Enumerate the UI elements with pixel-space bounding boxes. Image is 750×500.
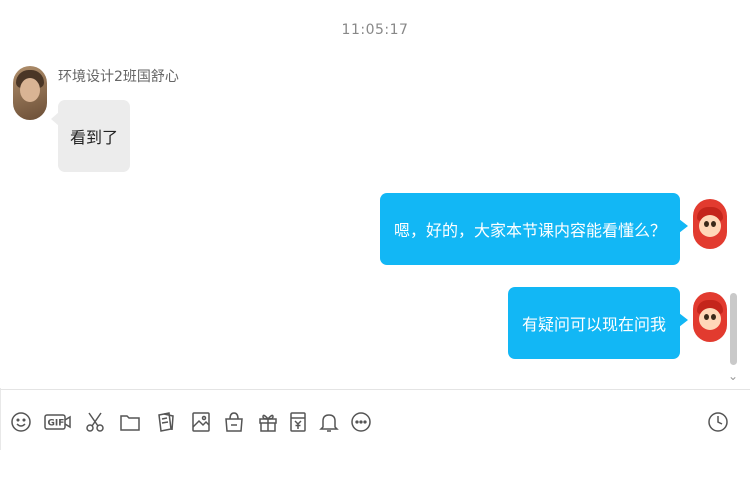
doc-icon[interactable] <box>154 410 178 434</box>
history-icon[interactable] <box>706 410 730 434</box>
scroll-down-icon[interactable]: ⌄ <box>727 370 739 382</box>
sender-name: 环境设计2班国舒心 <box>58 69 179 85</box>
gif-icon[interactable]: GIF <box>44 410 72 434</box>
red-packet-icon[interactable] <box>286 410 310 434</box>
incoming-message[interactable]: 看到了 <box>50 100 131 172</box>
image-icon[interactable] <box>189 410 213 434</box>
input-toolbar: GIF <box>0 398 750 446</box>
bell-icon[interactable] <box>317 410 341 434</box>
message-input[interactable] <box>0 450 750 500</box>
svg-text:GIF: GIF <box>48 419 65 429</box>
gift-icon[interactable] <box>256 410 280 434</box>
toolbar-divider <box>0 389 750 390</box>
gift-bag-icon[interactable] <box>222 410 246 434</box>
sender-avatar[interactable] <box>13 66 47 120</box>
more-icon[interactable] <box>349 410 373 434</box>
my-avatar[interactable] <box>693 199 727 249</box>
scissors-icon[interactable] <box>83 410 107 434</box>
outgoing-message[interactable]: 有疑问可以现在问我 <box>507 287 689 359</box>
outgoing-message[interactable]: 嗯，好的，大家本节课内容能看懂么？ <box>379 193 689 265</box>
scrollbar-thumb[interactable] <box>730 293 737 365</box>
message-timestamp: 11:05:17 <box>341 22 409 38</box>
chat-history[interactable]: 11:05:17 环境设计2班国舒心 看到了 嗯，好的，大家本节课内容能看懂么？… <box>0 0 750 388</box>
my-avatar[interactable] <box>693 292 727 342</box>
emoji-icon[interactable] <box>9 410 33 434</box>
folder-icon[interactable] <box>118 410 142 434</box>
